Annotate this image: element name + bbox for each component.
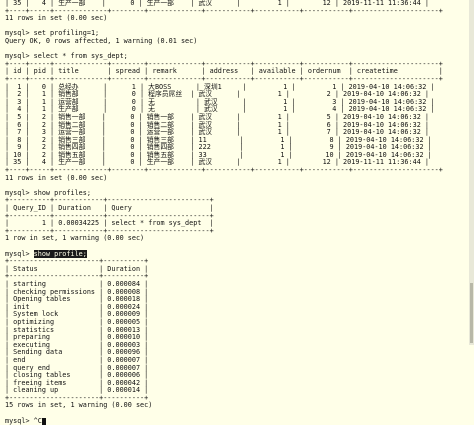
table-border: +----------------------+----------+ [5,393,149,402]
table-row: | closing tables | 0.000006 | [5,371,149,380]
table-row: | Sending data | 0.000096 | [5,348,149,357]
table-row: | freeing items | 0.000042 | [5,378,149,387]
prompt: mysql> [5,52,30,61]
table-row: | executing | 0.000003 | [5,340,149,349]
result-message: 11 rows in set (0.00 sec) [5,173,108,182]
table-row: | end | 0.000007 | [5,355,149,364]
command-line[interactable]: mysql> ^C [5,416,474,425]
result-message: 1 row in set, 1 warning (0.00 sec) [5,234,145,243]
prompt: mysql> [5,416,30,425]
result-message: Query OK, 0 rows affected, 1 warning (0.… [5,36,198,45]
table-row: | query end | 0.000007 | [5,363,149,372]
scrollbar[interactable] [469,0,474,345]
scrollbar-thumb[interactable] [470,283,473,343]
terminal-window[interactable]: | 35 | 4 | 生产一部 | 0 | 生产一部 | 武汉 | 1 | 12… [0,0,474,425]
result-message: 11 rows in set (0.00 sec) [5,14,108,23]
result-message: 15 rows in set, 1 warning (0.00 sec) [5,401,153,410]
table-row: | cleaning up | 0.000014 | [5,386,149,395]
command-text: select * from sys_dept; [33,52,128,61]
command-text: ^C [33,416,42,425]
text-cursor [41,417,46,425]
